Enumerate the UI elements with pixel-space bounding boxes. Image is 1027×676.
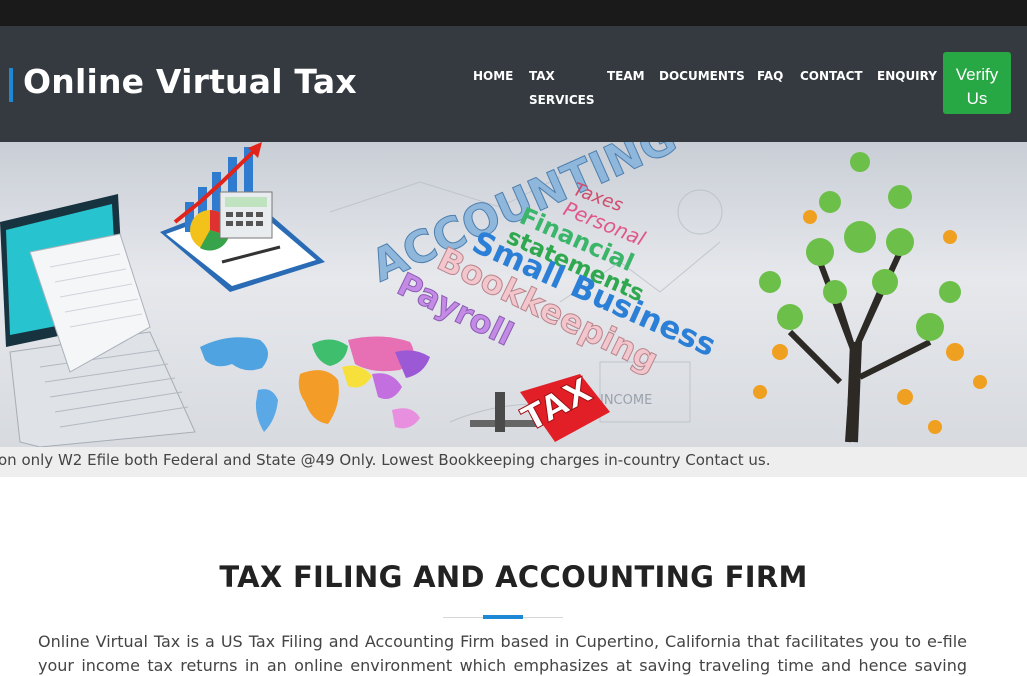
- hero-word-cloud: ACCOUNTING Taxes Personal Financial stat…: [363, 142, 721, 380]
- world-map-graphic: [200, 336, 430, 432]
- nav-faq[interactable]: FAQ: [757, 64, 783, 88]
- title-divider-accent: [483, 615, 523, 619]
- nav-enquiry[interactable]: ENQUIRY: [877, 64, 937, 88]
- hero-illustration: INCOME ACCOUNTING Taxes Personal Financi…: [0, 142, 987, 447]
- nav-team[interactable]: TEAM: [607, 64, 645, 88]
- intro-paragraph: Online Virtual Tax is a US Tax Filing an…: [38, 632, 967, 675]
- nav-documents[interactable]: DOCUMENTS: [659, 64, 745, 88]
- nav-contact[interactable]: CONTACT: [800, 64, 863, 88]
- nav-tax-services[interactable]: TAX SERVICES: [529, 64, 599, 112]
- announcement-ticker: on only W2 Efile both Federal and State …: [0, 447, 1027, 477]
- verify-us-button[interactable]: Verify Us: [943, 52, 1011, 114]
- site-header: Online Virtual Tax HOME TAX SERVICES TEA…: [0, 26, 1027, 142]
- ticker-text: on only W2 Efile both Federal and State …: [0, 451, 771, 469]
- money-tree-graphic: [753, 152, 987, 443]
- top-bar: [0, 0, 1027, 26]
- finance-chart-graphic: [160, 142, 325, 292]
- section-title: TAX FILING AND ACCOUNTING FIRM: [219, 560, 808, 594]
- tax-clamp-graphic: TAX: [470, 370, 610, 442]
- hero-banner: INCOME ACCOUNTING Taxes Personal Financi…: [0, 142, 1027, 447]
- hero-income-word: INCOME: [600, 393, 652, 408]
- site-logo-text[interactable]: Online Virtual Tax: [23, 62, 357, 101]
- nav-home[interactable]: HOME: [473, 64, 513, 88]
- brand-accent-bar: [9, 68, 13, 102]
